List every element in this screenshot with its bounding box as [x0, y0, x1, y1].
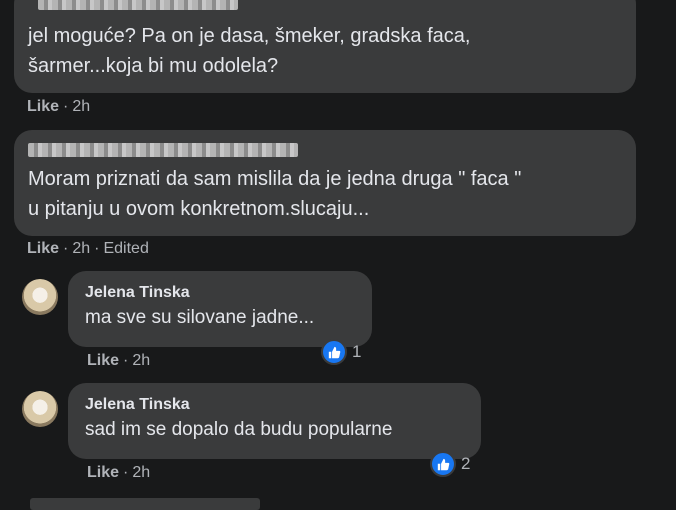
comment-actions-1: Like · 2h: [27, 98, 90, 116]
reply-bubble-2: Jelena Tinska sad im se dopalo da budu p…: [68, 383, 481, 459]
comment-text: Moram priznati da sam mislila da je jedn…: [28, 168, 522, 220]
reply-actions-2: Like · 2h: [87, 464, 150, 482]
reply-text: ma sve su silovane jadne...: [85, 307, 315, 328]
reply-bubble-1: Jelena Tinska ma sve su silovane jadne..…: [68, 271, 372, 347]
like-button[interactable]: Like: [87, 464, 119, 482]
reaction-summary[interactable]: 2: [430, 451, 470, 477]
edited-label[interactable]: Edited: [103, 240, 148, 258]
comment-actions-2: Like · 2h · Edited: [27, 240, 149, 258]
next-comment-preview: [30, 498, 260, 510]
like-button[interactable]: Like: [27, 98, 59, 116]
thumbs-up-icon: [430, 451, 456, 477]
avatar[interactable]: [22, 279, 58, 315]
reply-author[interactable]: Jelena Tinska: [85, 396, 464, 414]
comment-bubble-2: Moram priznati da sam mislila da je jedn…: [14, 130, 636, 236]
comment-text: jel moguće? Pa on je dasa, šmeker, grads…: [28, 25, 471, 77]
separator: ·: [63, 98, 69, 115]
timestamp[interactable]: 2h: [72, 240, 90, 258]
redacted-author-name: [38, 0, 238, 10]
reply-actions-1: Like · 2h: [87, 352, 150, 370]
separator: ·: [63, 240, 69, 257]
timestamp[interactable]: 2h: [72, 98, 90, 116]
thumbs-up-icon: [321, 339, 347, 365]
reaction-count: 2: [461, 454, 471, 473]
avatar[interactable]: [22, 391, 58, 427]
reply-author[interactable]: Jelena Tinska: [85, 284, 355, 302]
comment-bubble-1: jel moguće? Pa on je dasa, šmeker, grads…: [14, 0, 636, 93]
reaction-count: 1: [352, 342, 362, 361]
timestamp[interactable]: 2h: [132, 352, 150, 370]
separator: ·: [94, 240, 100, 257]
reply-text: sad im se dopalo da budu popularne: [85, 419, 393, 440]
separator: ·: [123, 352, 129, 369]
timestamp[interactable]: 2h: [132, 464, 150, 482]
separator: ·: [123, 464, 129, 481]
like-button[interactable]: Like: [27, 240, 59, 258]
redacted-author-name: [28, 143, 298, 157]
reaction-summary[interactable]: 1: [321, 339, 361, 365]
like-button[interactable]: Like: [87, 352, 119, 370]
